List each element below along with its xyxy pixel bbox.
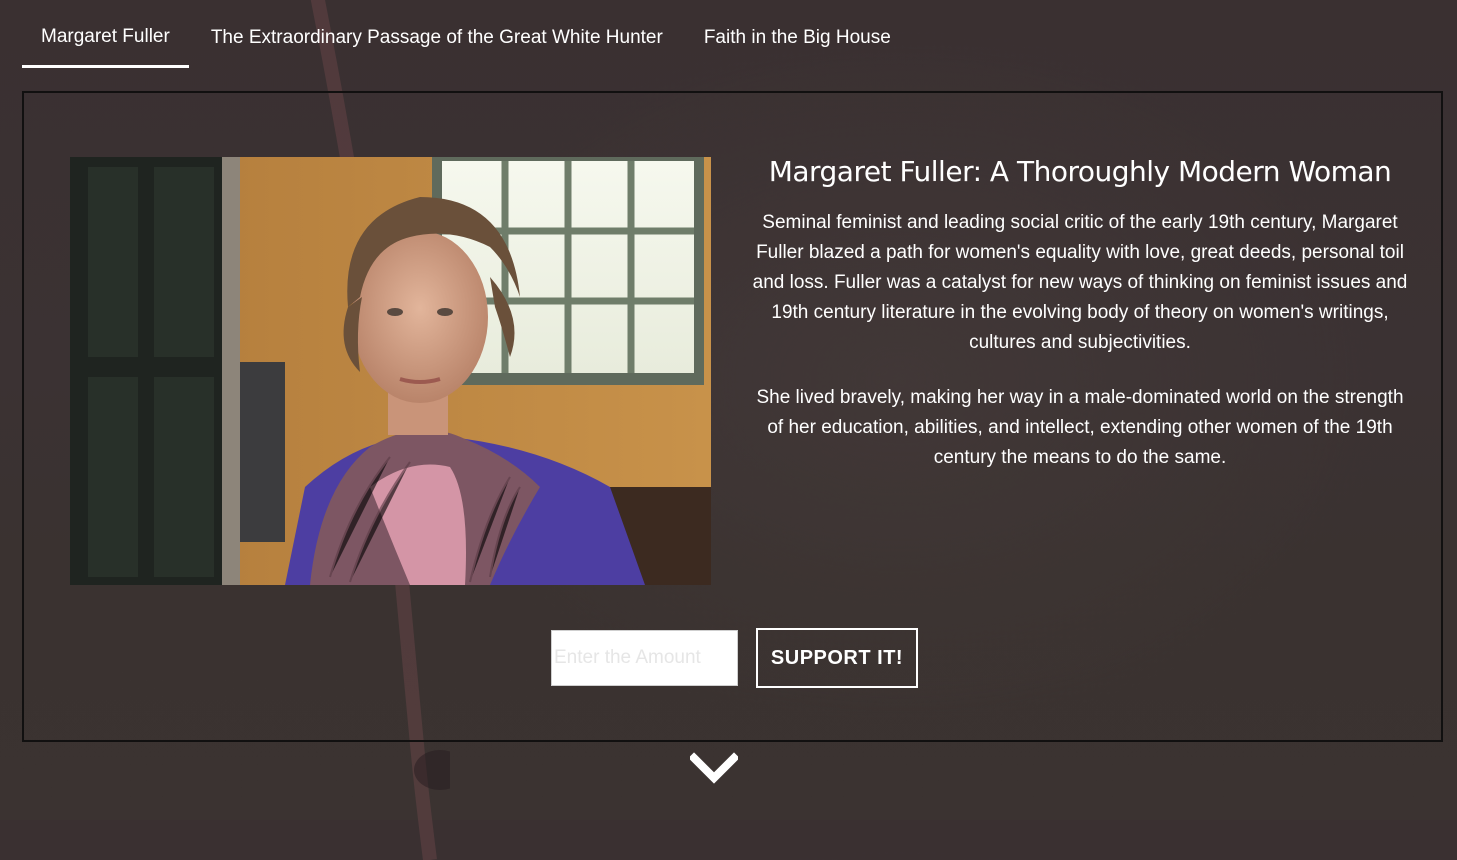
portrait-photo (70, 157, 711, 585)
amount-input[interactable] (551, 630, 738, 686)
tab-great-white-hunter[interactable]: The Extraordinary Passage of the Great W… (192, 0, 682, 66)
feature-paragraph: Seminal feminist and leading social crit… (752, 212, 1408, 353)
support-button[interactable]: SUPPORT IT! (756, 628, 918, 688)
story-tabs: Margaret Fuller The Extraordinary Passag… (22, 0, 913, 68)
feature-paragraph: She lived bravely, making her way in a m… (756, 387, 1404, 468)
feature-title: Margaret Fuller: A Thoroughly Modern Wom… (768, 155, 1392, 188)
tab-margaret-fuller[interactable]: Margaret Fuller (22, 0, 189, 68)
support-form: SUPPORT IT! (551, 628, 918, 688)
feature-panel: Margaret Fuller: A Thoroughly Modern Wom… (22, 91, 1443, 742)
tab-faith-in-the-big-house[interactable]: Faith in the Big House (685, 0, 910, 66)
feature-text: Margaret Fuller: A Thoroughly Modern Wom… (750, 155, 1410, 498)
chevron-down-icon[interactable] (688, 752, 740, 788)
